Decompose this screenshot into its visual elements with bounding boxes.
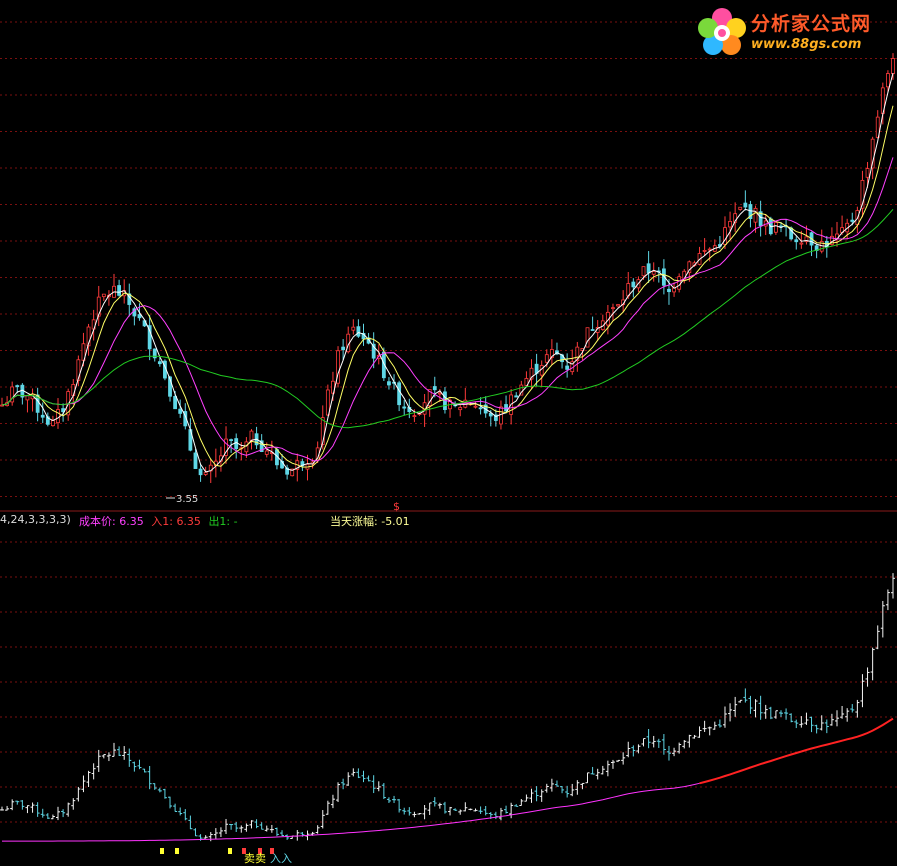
candle-body xyxy=(478,407,483,410)
candle-body xyxy=(794,239,799,243)
signal-tick xyxy=(228,848,232,854)
cost-value: 6.35 xyxy=(119,515,144,528)
candle-body xyxy=(356,326,361,337)
low-price-marker: 3.55 xyxy=(176,494,198,505)
buy-signal-label: 入入 xyxy=(270,852,292,865)
candle-body xyxy=(865,168,870,178)
candle-body xyxy=(677,276,682,290)
in-label: 入1: xyxy=(151,515,173,528)
change-value: -5.01 xyxy=(381,515,410,528)
out-value: - xyxy=(233,515,238,528)
candle-body xyxy=(157,361,162,365)
candle-body xyxy=(667,288,671,293)
candle-body xyxy=(773,222,778,233)
candle-body xyxy=(544,354,549,363)
candle-body xyxy=(351,326,356,331)
indicator-params: 4,24,3,3,3,3) xyxy=(0,513,71,526)
site-logo[interactable]: 分析家公式网 www.88gs.com xyxy=(695,4,891,60)
dollar-marker: $ xyxy=(393,500,400,513)
candle-body xyxy=(412,415,417,418)
candle-body xyxy=(173,396,178,410)
candle-body xyxy=(341,346,346,351)
candle-body xyxy=(56,409,60,424)
candle-body xyxy=(244,441,249,453)
ma-mid-line xyxy=(1,105,894,468)
candle-body xyxy=(229,439,234,441)
candle-body xyxy=(25,395,30,401)
candle-body xyxy=(15,385,20,388)
candle-body xyxy=(514,395,519,398)
candle-body xyxy=(193,452,198,469)
change-readout: 当天涨幅: -5.01 xyxy=(330,513,410,529)
candle-body xyxy=(850,219,855,222)
candle-body xyxy=(325,389,330,416)
lower-price-bars xyxy=(0,573,895,842)
candle-body xyxy=(753,207,758,223)
param-text: 4,24,3,3,3,3) xyxy=(0,513,71,526)
candle-body xyxy=(891,58,895,75)
candle-body xyxy=(611,307,615,310)
candle-body xyxy=(646,263,651,274)
candle-body xyxy=(743,202,748,208)
sell-signal-label: 卖卖 xyxy=(244,852,266,865)
cost-line-base xyxy=(2,782,700,842)
cost-line xyxy=(2,717,894,854)
kline-chart[interactable]: 3.55 $ 卖卖 入入 xyxy=(0,0,897,866)
candle-body xyxy=(728,221,732,228)
candle-body xyxy=(249,430,254,441)
candle-body xyxy=(397,382,402,406)
flower-icon xyxy=(698,8,746,55)
candle-body xyxy=(616,304,620,307)
candle-body xyxy=(565,365,570,370)
candle-body xyxy=(137,314,142,319)
candle-body xyxy=(264,450,269,455)
candle-body xyxy=(458,407,463,411)
candle-body xyxy=(101,293,106,298)
candle-body xyxy=(799,242,804,245)
moving-average-lines xyxy=(1,72,894,473)
ma-long-line xyxy=(1,208,894,429)
candle-body xyxy=(203,471,208,475)
candle-body xyxy=(473,405,478,408)
candle-body xyxy=(51,419,55,427)
logo-title: 分析家公式网 xyxy=(751,13,872,35)
ma-slow-line xyxy=(1,157,894,462)
out-label: 出1: xyxy=(208,515,231,528)
candle-body xyxy=(437,392,442,395)
cost-line-rising xyxy=(699,717,894,785)
candle-body xyxy=(641,266,646,277)
candle-body xyxy=(178,408,183,414)
lower-grid xyxy=(0,541,897,823)
chart-window: 3.55 $ 卖卖 入入 4,24,3,3,3,3) 成本价: 6.35 入1:… xyxy=(0,0,897,866)
logo-url: www.88gs.com xyxy=(751,37,862,52)
cost-readout: 成本价: 6.35 入1: 6.35 出1: - xyxy=(79,513,238,529)
cost-label: 成本价: xyxy=(79,515,116,528)
candlestick-series xyxy=(0,53,895,483)
signal-tick xyxy=(160,848,164,854)
candle-body xyxy=(387,381,391,386)
ma-fast-line xyxy=(1,72,894,473)
candle-body xyxy=(432,386,437,391)
candle-body xyxy=(590,329,595,331)
candle-body xyxy=(651,271,656,275)
candle-body xyxy=(40,414,45,418)
candle-body xyxy=(402,406,407,409)
candle-body xyxy=(631,281,636,288)
in-value: 6.35 xyxy=(176,515,201,528)
candle-body xyxy=(886,73,890,88)
candle-body xyxy=(738,206,743,210)
candle-body xyxy=(499,406,503,425)
candle-body xyxy=(198,468,203,476)
change-label: 当天涨幅: xyxy=(330,515,378,528)
upper-grid xyxy=(0,21,897,497)
candle-body xyxy=(117,285,122,296)
candle-body xyxy=(702,250,707,252)
signal-tick xyxy=(175,848,179,854)
